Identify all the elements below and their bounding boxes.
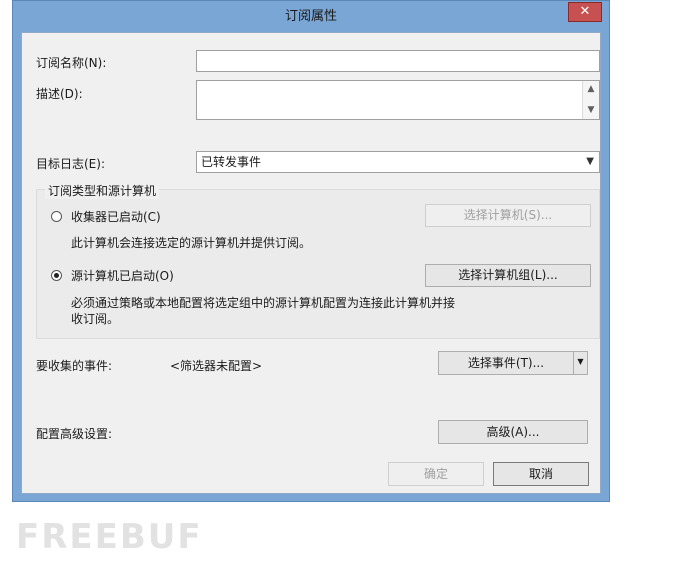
subscription-name-label: 订阅名称(N):	[36, 56, 107, 70]
chevron-down-icon: ▼	[586, 156, 594, 167]
scroll-up-icon[interactable]: ▲	[583, 81, 599, 98]
description-label: 描述(D):	[36, 87, 83, 101]
freebuf-watermark-logo: FREEBUF	[16, 517, 203, 557]
window-title: 订阅属性	[284, 9, 337, 24]
description-textarea[interactable]: ▲ ▼	[196, 80, 600, 120]
subscription-name-input[interactable]	[196, 50, 600, 72]
subscription-type-groupbox: 订阅类型和源计算机 收集器已启动(C) 选择计算机(S)... 此计算机会连接选…	[36, 182, 600, 339]
description-scrollbar[interactable]: ▲ ▼	[582, 81, 599, 119]
source-initiated-label[interactable]: 源计算机已启动(O)	[71, 267, 174, 284]
events-label: 要收集的事件:	[36, 359, 113, 373]
dialog-client-area: 订阅名称(N): 描述(D): ▲ ▼ 目标日志(E): 已转发事件 ▼ 订阅类…	[21, 32, 601, 494]
advanced-label: 配置高级设置:	[36, 427, 113, 441]
source-description-line2: 收订阅。	[71, 312, 120, 326]
subscription-properties-window: 订阅属性 ✕ 订阅名称(N): 描述(D): ▲ ▼ 目标日志(E): 已转发事…	[12, 0, 610, 502]
source-initiated-radio[interactable]	[51, 270, 62, 281]
collector-initiated-label[interactable]: 收集器已启动(C)	[71, 208, 161, 225]
advanced-button[interactable]: 高级(A)...	[438, 420, 588, 444]
target-log-select[interactable]: 已转发事件 ▼	[196, 151, 600, 173]
scroll-down-icon[interactable]: ▼	[583, 102, 599, 119]
collector-initiated-radio[interactable]	[51, 211, 62, 222]
select-computers-button[interactable]: 选择计算机(S)...	[425, 204, 591, 227]
select-computer-groups-button[interactable]: 选择计算机组(L)...	[425, 264, 591, 287]
events-filter-value: <筛选器未配置>	[170, 359, 263, 373]
cancel-button[interactable]: 取消	[493, 462, 589, 486]
groupbox-title: 订阅类型和源计算机	[45, 182, 160, 199]
close-button[interactable]: ✕	[568, 2, 602, 22]
source-description-line1: 必须通过策略或本地配置将选定组中的源计算机配置为连接此计算机并接	[71, 296, 456, 310]
close-icon: ✕	[579, 4, 591, 19]
select-events-button[interactable]: 选择事件(T)... ▼	[438, 351, 588, 375]
target-log-label: 目标日志(E):	[36, 157, 105, 171]
collector-description: 此计算机会连接选定的源计算机并提供订阅。	[71, 236, 312, 250]
ok-button[interactable]: 确定	[388, 462, 484, 486]
dropdown-arrow-icon[interactable]: ▼	[573, 352, 587, 374]
